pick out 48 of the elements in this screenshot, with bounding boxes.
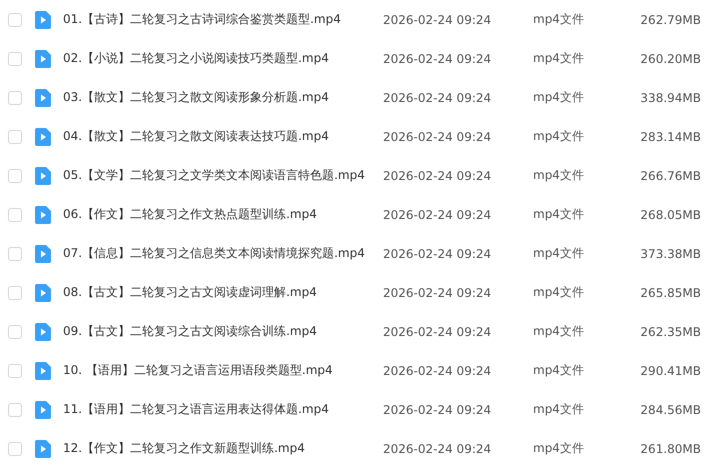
file-type: mp4文件 <box>533 440 585 457</box>
file-name[interactable]: 09.【古文】二轮复习之古文阅读综合训练.mp4 <box>63 323 383 340</box>
file-name[interactable]: 03.【散文】二轮复习之散文阅读形象分析题.mp4 <box>63 89 383 106</box>
file-size: 265.85MB <box>639 286 702 300</box>
file-size: 262.35MB <box>639 324 702 338</box>
file-name[interactable]: 11.【语用】二轮复习之语言运用表达得体题.mp4 <box>63 401 383 418</box>
file-type: mp4文件 <box>533 284 585 301</box>
modified-date: 2026-02-24 09:24 <box>383 246 492 260</box>
file-type: mp4文件 <box>533 401 585 418</box>
modified-date: 2026-02-24 09:24 <box>383 286 492 300</box>
file-size: 260.20MB <box>639 52 702 66</box>
file-size: 284.56MB <box>639 402 702 416</box>
file-type: mp4文件 <box>533 167 585 184</box>
file-size: 373.38MB <box>639 246 702 260</box>
file-name[interactable]: 08.【古文】二轮复习之古文阅读虚词理解.mp4 <box>63 284 383 301</box>
file-size: 261.80MB <box>639 442 702 456</box>
modified-date: 2026-02-24 09:24 <box>383 130 492 144</box>
modified-date: 2026-02-24 09:24 <box>383 442 492 456</box>
file-type: mp4文件 <box>533 89 585 106</box>
file-size: 268.05MB <box>639 208 702 222</box>
file-size: 290.41MB <box>639 364 702 378</box>
file-size: 338.94MB <box>639 90 702 104</box>
modified-date: 2026-02-24 09:24 <box>383 324 492 338</box>
file-type: mp4文件 <box>533 50 585 67</box>
modified-date: 2026-02-24 09:24 <box>383 208 492 222</box>
file-type: mp4文件 <box>533 362 585 379</box>
file-type: mp4文件 <box>533 245 585 262</box>
file-size: 266.76MB <box>639 168 702 182</box>
file-name[interactable]: 05.【文学】二轮复习之文学类文本阅读语言特色题.mp4 <box>63 167 383 184</box>
file-name[interactable]: 06.【作文】二轮复习之作文热点题型训练.mp4 <box>63 206 383 223</box>
file-type: mp4文件 <box>533 128 585 145</box>
modified-date: 2026-02-24 09:24 <box>383 402 492 416</box>
file-name[interactable]: 10. 【语用】二轮复习之语言运用语段类题型.mp4 <box>63 362 383 379</box>
modified-date: 2026-02-24 09:24 <box>383 12 492 26</box>
file-name[interactable]: 02.【小说】二轮复习之小说阅读技巧类题型.mp4 <box>63 50 383 67</box>
file-name[interactable]: 01.【古诗】二轮复习之古诗词综合鉴赏类题型.mp4 <box>63 11 383 28</box>
modified-date: 2026-02-24 09:24 <box>383 364 492 378</box>
file-size: 262.79MB <box>639 12 702 26</box>
file-size: 283.14MB <box>639 130 702 144</box>
modified-date: 2026-02-24 09:24 <box>383 52 492 66</box>
file-name[interactable]: 04.【散文】二轮复习之散文阅读表达技巧题.mp4 <box>63 128 383 145</box>
modified-date: 2026-02-24 09:24 <box>383 168 492 182</box>
file-type: mp4文件 <box>533 11 585 28</box>
file-name[interactable]: 12.【作文】二轮复习之作文新题型训练.mp4 <box>63 440 383 457</box>
file-type: mp4文件 <box>533 206 585 223</box>
modified-date: 2026-02-24 09:24 <box>383 90 492 104</box>
file-name[interactable]: 07.【信息】二轮复习之信息类文本阅读情境探究题.mp4 <box>63 245 383 262</box>
file-type: mp4文件 <box>533 323 585 340</box>
